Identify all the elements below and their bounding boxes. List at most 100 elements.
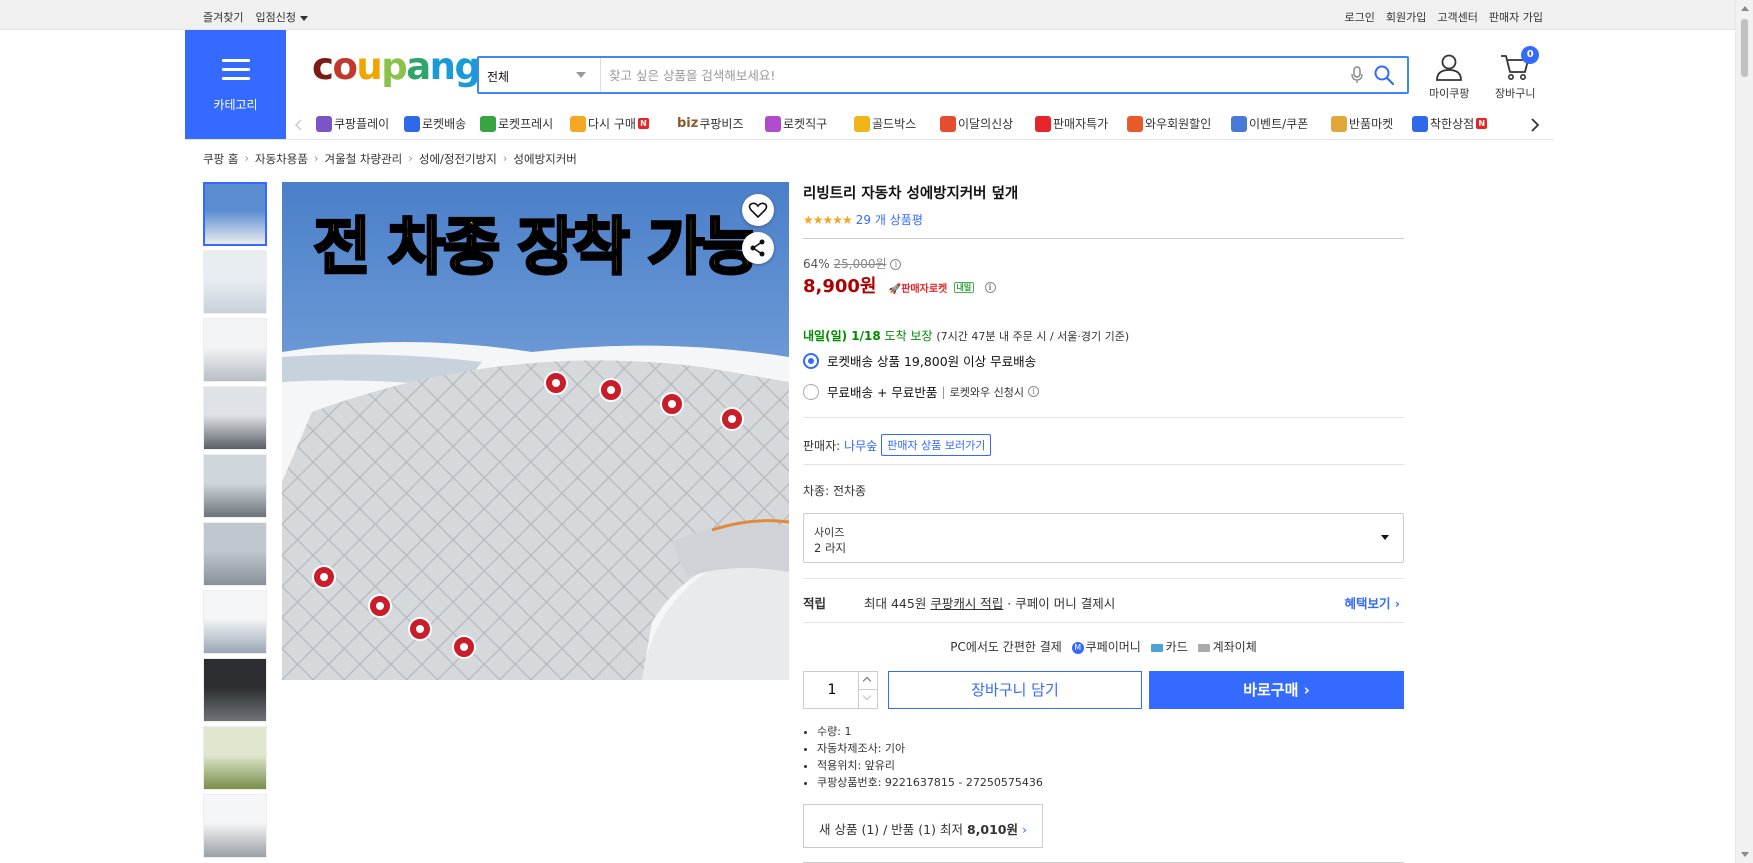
coupang-cash-link[interactable]: 쿠팡캐시 적립: [930, 596, 1003, 611]
info-icon[interactable]: i: [890, 259, 902, 270]
divider: [803, 238, 1404, 239]
search-icon[interactable]: [1373, 64, 1395, 86]
breadcrumb-link[interactable]: 겨울철 차량관리: [325, 151, 403, 167]
delivery-note: (7시간 47분 내 주문 시 / 서울·경기 기준): [936, 330, 1130, 343]
product-thumbnail[interactable]: [203, 182, 267, 246]
topbar-right: 로그인 회원가입 고객센터 판매자 가입: [1345, 9, 1543, 25]
buy-now-button[interactable]: 바로구매 ›: [1149, 671, 1404, 709]
nav-item-5[interactable]: 로켓직구: [765, 115, 827, 132]
chevron-right-icon: ›: [1021, 822, 1027, 837]
info-icon[interactable]: i: [984, 281, 996, 293]
seller-name-link[interactable]: 나무숲: [844, 437, 877, 454]
scroll-down-arrow-icon[interactable]: [1741, 852, 1749, 857]
product-thumbnail[interactable]: [203, 794, 267, 858]
cart-label: 장바구니: [1495, 87, 1536, 100]
quantity-increase-button[interactable]: [858, 672, 877, 690]
product-thumbnail[interactable]: [203, 726, 267, 790]
sale-price-row: 8,900원 🚀판매자로켓 내일 i: [803, 272, 996, 298]
new-used-offer-button[interactable]: 새 상품 (1) / 반품 (1) 최저 8,010원 ›: [803, 804, 1043, 848]
coupon-icon: [1231, 115, 1247, 132]
login-link[interactable]: 로그인: [1345, 9, 1375, 25]
nav-next-chevron-icon[interactable]: [1529, 117, 1541, 133]
car-type: 차종: 전차종: [803, 484, 867, 498]
bookmark-link[interactable]: 즐겨찾기: [203, 9, 243, 25]
coupay-money-icon: M: [1071, 641, 1084, 654]
product-thumbnail[interactable]: [203, 386, 267, 450]
benefits-link[interactable]: 혜택보기 ›: [1344, 593, 1400, 612]
add-to-cart-button[interactable]: 장바구니 담기: [888, 671, 1142, 709]
nav-item-7[interactable]: 이달의신상: [940, 115, 1013, 132]
nav-item-0[interactable]: 쿠팡플레이: [316, 115, 389, 132]
payment-method-card: 카드: [1165, 640, 1188, 654]
nav-item-3[interactable]: 다시 구매 N: [570, 115, 649, 132]
caret-down-icon: [299, 15, 308, 21]
nav-item-11[interactable]: 반품마켓: [1331, 115, 1393, 132]
delivery-date: 내일(일) 1/18: [803, 329, 881, 343]
rating-row: ★★★★★ 29 개 상품평: [803, 211, 1404, 228]
quantity-stepper: [803, 671, 878, 709]
quantity-decrease-button[interactable]: [858, 690, 877, 708]
nav-item-label: 이벤트/쿠폰: [1249, 117, 1309, 131]
info-icon[interactable]: i: [1027, 386, 1039, 397]
breadcrumb: 쿠팡 홈 › 자동차용품 › 겨울철 차량관리 › 성에/정전기방지 › 성에방지커버: [203, 151, 577, 167]
nav-item-8[interactable]: 판매자특가: [1035, 115, 1108, 132]
my-coupang-button[interactable]: 마이쿠팡: [1429, 52, 1469, 101]
search-bar: 전체: [477, 56, 1409, 94]
points-amount: 최대 445원: [864, 596, 927, 611]
review-count-link[interactable]: 29 개 상품평: [856, 211, 923, 228]
good-store-icon: [1412, 115, 1428, 132]
customer-center-link[interactable]: 고객센터: [1437, 9, 1477, 25]
signup-link[interactable]: 회원가입: [1386, 9, 1426, 25]
seller-products-button[interactable]: 판매자 상품 보러가기: [881, 434, 992, 456]
sale-price: 8,900원: [803, 276, 877, 297]
topbar-left: 즐겨찾기 입점신청: [203, 9, 308, 25]
nav-item-12[interactable]: 착한상점 N: [1412, 115, 1488, 132]
shipping-option-rocket[interactable]: 로켓배송 상품 19,800원 이상 무료배송: [803, 351, 1036, 370]
product-thumbnail[interactable]: [203, 658, 267, 722]
size-select[interactable]: 사이즈 2 라지: [803, 513, 1404, 563]
nav-item-label: 로켓배송: [422, 117, 467, 131]
logo-letter: u: [356, 45, 382, 88]
quantity-input[interactable]: [804, 672, 860, 708]
search-input[interactable]: [609, 65, 1309, 85]
product-thumbnail[interactable]: [203, 522, 267, 586]
nav-item-2[interactable]: 로켓프레시: [480, 115, 553, 132]
share-button[interactable]: [742, 232, 774, 264]
breadcrumb-link[interactable]: 자동차용품: [255, 151, 308, 167]
nav-prev-chevron-icon[interactable]: [294, 118, 304, 132]
product-thumbnail[interactable]: [203, 454, 267, 518]
seller-signup-link[interactable]: 판매자 가입: [1489, 9, 1543, 25]
shipping-option-free[interactable]: 무료배송 + 무료반품 | 로켓와우 신청시 i: [803, 382, 1039, 401]
nav-item-10[interactable]: 이벤트/쿠폰: [1231, 115, 1308, 132]
breadcrumb-link[interactable]: 성에/정전기방지: [419, 151, 497, 167]
category-menu-button[interactable]: 카테고리: [185, 30, 286, 140]
seller-apply-link[interactable]: 입점신청: [255, 9, 308, 25]
nav-item-label: 쿠팡플레이: [334, 117, 390, 131]
product-thumbnail[interactable]: [203, 250, 267, 314]
microphone-icon[interactable]: [1351, 66, 1363, 84]
wishlist-button[interactable]: [742, 194, 774, 226]
scroll-up-arrow-icon[interactable]: [1741, 6, 1749, 11]
nav-item-label: 이달의신상: [958, 117, 1014, 131]
product-thumbnail[interactable]: [203, 318, 267, 382]
nav-item-6[interactable]: 골드박스: [854, 115, 916, 132]
points-condition: · 쿠페이 머니 결제시: [1007, 596, 1116, 611]
nav-item-label: 골드박스: [872, 117, 917, 131]
product-thumbnail[interactable]: [203, 590, 267, 654]
points-detail: 최대 445원 쿠팡캐시 적립 · 쿠페이 머니 결제시: [864, 593, 1115, 612]
breadcrumb-link[interactable]: 쿠팡 홈: [203, 151, 238, 167]
size-value: 2 라지: [814, 541, 847, 555]
scroll-thumb[interactable]: [1740, 18, 1749, 78]
my-coupang-label: 마이쿠팡: [1429, 87, 1470, 100]
coupang-logo[interactable]: coupang: [312, 45, 481, 88]
nav-item-4[interactable]: biz 쿠팡비즈: [677, 115, 744, 132]
page-scrollbar[interactable]: [1735, 0, 1753, 863]
breadcrumb-link[interactable]: 성에방지커버: [513, 151, 576, 167]
search-scope-select[interactable]: 전체: [479, 58, 601, 92]
chevron-up-icon: [862, 676, 872, 686]
nav-item-9[interactable]: 와우회원할인: [1127, 115, 1211, 132]
seller-row: 판매자: 나무숲 판매자 상품 보러가기: [803, 434, 992, 456]
nav-item-1[interactable]: 로켓배송: [404, 115, 466, 132]
cart-button[interactable]: 0 장바구니: [1495, 46, 1540, 101]
breadcrumb-separator-icon: ›: [244, 151, 250, 165]
